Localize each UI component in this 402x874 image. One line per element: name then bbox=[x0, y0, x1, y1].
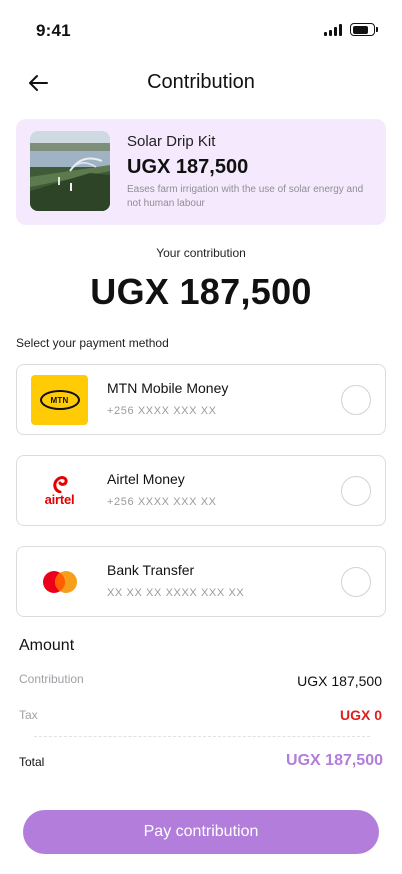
status-bar: 9:41 bbox=[0, 0, 402, 60]
page-title: Contribution bbox=[147, 71, 255, 93]
payment-option-name: Bank Transfer bbox=[107, 562, 195, 578]
airtel-swirl-icon bbox=[52, 476, 68, 493]
payment-method-label: Select your payment method bbox=[16, 336, 169, 350]
product-image bbox=[30, 131, 110, 211]
product-description: Eases farm irrigation with the use of so… bbox=[127, 184, 364, 209]
tax-row-label: Tax bbox=[19, 708, 38, 722]
payment-option-airtel[interactable]: airtel Airtel Money +256 XXXX XXX XX bbox=[16, 455, 386, 526]
product-price: UGX 187,500 bbox=[127, 156, 249, 178]
radio-button[interactable] bbox=[341, 476, 371, 506]
radio-button[interactable] bbox=[341, 385, 371, 415]
payment-option-bank[interactable]: Bank Transfer XX XX XX XXXX XXX XX bbox=[16, 546, 386, 617]
payment-option-name: Airtel Money bbox=[107, 471, 185, 487]
divider bbox=[34, 736, 370, 737]
pay-contribution-button[interactable]: Pay contribution bbox=[23, 810, 379, 854]
payment-option-mtn[interactable]: MTN MTN Mobile Money +256 XXXX XXX XX bbox=[16, 364, 386, 435]
radio-button[interactable] bbox=[341, 567, 371, 597]
payment-option-name: MTN Mobile Money bbox=[107, 380, 229, 396]
product-name: Solar Drip Kit bbox=[127, 133, 216, 150]
contribution-amount: UGX 187,500 bbox=[90, 271, 312, 312]
payment-option-detail: +256 XXXX XXX XX bbox=[107, 405, 217, 417]
total-row-label: Total bbox=[19, 755, 45, 769]
mtn-logo: MTN bbox=[31, 375, 88, 425]
payment-option-detail: +256 XXXX XXX XX bbox=[107, 496, 217, 508]
amount-title: Amount bbox=[19, 637, 75, 654]
contribution-label: Your contribution bbox=[156, 246, 246, 260]
contribution-row-label: Contribution bbox=[19, 672, 84, 686]
battery-icon bbox=[350, 23, 378, 36]
contribution-row-value: UGX 187,500 bbox=[297, 673, 382, 689]
airtel-logo: airtel bbox=[31, 466, 88, 516]
cellular-signal-icon bbox=[324, 23, 342, 36]
product-card: Solar Drip Kit UGX 187,500 Eases farm ir… bbox=[16, 119, 386, 225]
status-icons bbox=[324, 23, 378, 36]
mastercard-logo bbox=[31, 557, 88, 607]
header: Contribution bbox=[0, 62, 402, 104]
tax-row-value: UGX 0 bbox=[339, 707, 382, 723]
total-row-value: UGX 187,500 bbox=[286, 752, 383, 769]
status-time: 9:41 bbox=[36, 21, 71, 40]
payment-option-detail: XX XX XX XXXX XXX XX bbox=[107, 587, 245, 599]
